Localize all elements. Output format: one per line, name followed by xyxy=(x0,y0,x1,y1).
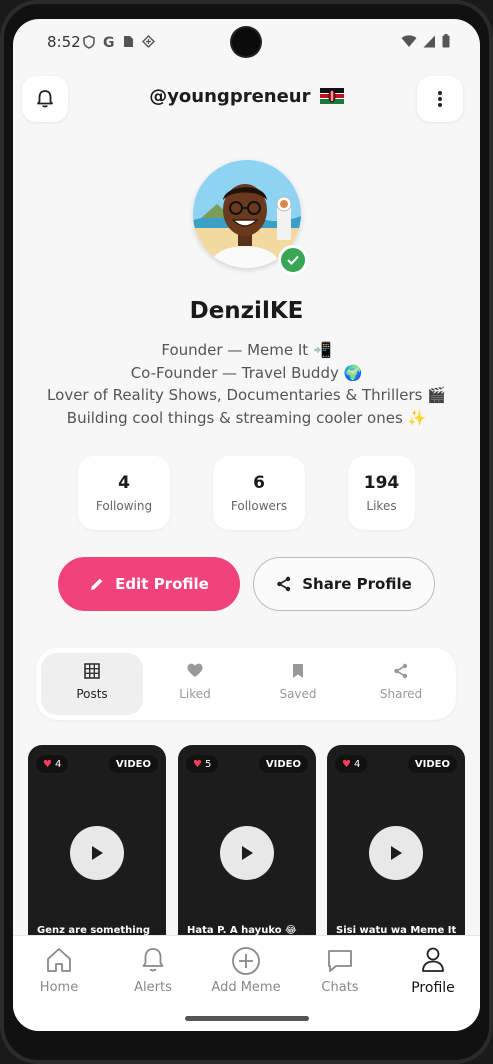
likes-badge: ♥ 4 xyxy=(36,755,69,773)
stat-following[interactable]: 4 Following xyxy=(78,456,170,530)
stat-value: 6 xyxy=(253,473,265,493)
play-icon xyxy=(391,846,402,860)
stat-followers[interactable]: 6 Followers xyxy=(213,456,305,530)
tab-label: Posts xyxy=(76,687,108,701)
more-options-button[interactable] xyxy=(417,76,463,122)
app-screen: 8:52 G @youngpreneur DenzilKE Founder — … xyxy=(13,19,480,1031)
plus-circle-icon xyxy=(232,947,260,975)
battery-icon xyxy=(442,34,450,48)
check-icon xyxy=(287,255,299,265)
grid-icon xyxy=(84,663,100,679)
bio-line: Building cool things & streaming cooler … xyxy=(66,408,427,427)
nav-label: Alerts xyxy=(134,980,172,995)
edit-profile-label: Edit Profile xyxy=(115,575,209,593)
stat-value: 4 xyxy=(118,473,130,493)
diamond-icon xyxy=(141,35,155,48)
post-card[interactable]: ♥ 4 VIDEO Genz are something xyxy=(28,745,166,965)
nav-home[interactable]: Home xyxy=(19,946,99,995)
shield-icon xyxy=(83,35,95,49)
video-badge: VIDEO xyxy=(258,755,308,773)
likes-badge: ♥ 4 xyxy=(335,755,368,773)
tab-posts[interactable]: Posts xyxy=(41,653,143,715)
nav-label: Profile xyxy=(411,980,455,996)
system-status-icons xyxy=(401,34,450,48)
nav-profile[interactable]: Profile xyxy=(393,946,473,996)
content-tabs: Posts Liked Saved Shared xyxy=(36,648,456,720)
video-badge: VIDEO xyxy=(407,755,457,773)
username-text: @youngpreneur xyxy=(149,86,311,107)
bookmark-icon xyxy=(293,664,303,678)
play-icon xyxy=(92,846,103,860)
nav-add-meme[interactable]: Add Meme xyxy=(206,946,286,995)
tab-label: Shared xyxy=(379,687,423,701)
nav-label: Home xyxy=(39,980,79,995)
status-bar: 8:52 G xyxy=(13,19,480,63)
wifi-icon xyxy=(401,34,417,47)
verified-badge-icon xyxy=(278,245,308,275)
notification-icons: G xyxy=(83,35,155,51)
edit-profile-button[interactable]: Edit Profile xyxy=(58,557,240,611)
kenya-flag-icon xyxy=(319,88,344,104)
stat-value: 194 xyxy=(363,473,400,493)
stat-likes[interactable]: 194 Likes xyxy=(348,456,415,530)
play-button[interactable] xyxy=(70,826,124,880)
heart-icon: ♥ xyxy=(342,758,351,770)
tab-label: Saved xyxy=(279,687,317,701)
signal-icon xyxy=(423,35,435,47)
share-profile-button[interactable]: Share Profile xyxy=(253,557,435,611)
likes-count: 5 xyxy=(204,758,212,770)
share-icon xyxy=(394,663,408,679)
play-button[interactable] xyxy=(369,826,423,880)
stat-label: Followers xyxy=(230,499,288,513)
nav-label: Add Meme xyxy=(211,980,281,995)
bio-line: Co-Founder — Travel Buddy 🌍 xyxy=(130,363,363,382)
tab-shared[interactable]: Shared xyxy=(350,653,452,715)
post-card[interactable]: ♥ 4 VIDEO Sisi watu wa Meme It xyxy=(327,745,465,965)
home-indicator[interactable] xyxy=(185,1016,309,1021)
play-button[interactable] xyxy=(220,826,274,880)
bell-icon xyxy=(142,948,164,972)
status-time: 8:52 xyxy=(47,33,81,51)
post-card[interactable]: ♥ 5 VIDEO Hata P. A hayuko 😂 xyxy=(178,745,316,965)
chat-icon xyxy=(328,950,352,972)
heart-icon xyxy=(187,663,203,677)
bio: Founder — Meme It 📲 Co-Founder — Travel … xyxy=(13,339,480,429)
home-icon xyxy=(47,948,71,972)
play-icon xyxy=(242,846,253,860)
nav-chats[interactable]: Chats xyxy=(300,946,380,995)
nav-label: Chats xyxy=(321,980,359,995)
tab-label: Liked xyxy=(179,687,211,701)
stat-label: Following xyxy=(95,499,153,513)
nav-alerts[interactable]: Alerts xyxy=(113,946,193,995)
display-name: DenzilKE xyxy=(189,298,304,324)
pencil-icon xyxy=(91,578,103,590)
sim-card-icon xyxy=(123,36,133,47)
stat-label: Likes xyxy=(366,499,397,513)
bio-line: Lover of Reality Shows, Documentaries & … xyxy=(47,386,446,404)
share-profile-label: Share Profile xyxy=(302,575,412,593)
heart-icon: ♥ xyxy=(193,758,202,770)
likes-badge: ♥ 5 xyxy=(186,755,219,773)
bio-line: Founder — Meme It 📲 xyxy=(161,341,332,359)
heart-icon: ♥ xyxy=(43,758,52,770)
more-vertical-icon xyxy=(438,91,442,107)
tab-liked[interactable]: Liked xyxy=(144,653,246,715)
page-title: @youngpreneur xyxy=(13,86,480,107)
share-icon xyxy=(277,576,291,592)
likes-count: 4 xyxy=(54,758,62,770)
likes-count: 4 xyxy=(353,758,361,770)
video-badge: VIDEO xyxy=(108,755,158,773)
tab-saved[interactable]: Saved xyxy=(247,653,349,715)
google-icon: G xyxy=(103,35,115,51)
person-icon xyxy=(422,947,444,972)
front-camera xyxy=(232,28,260,56)
